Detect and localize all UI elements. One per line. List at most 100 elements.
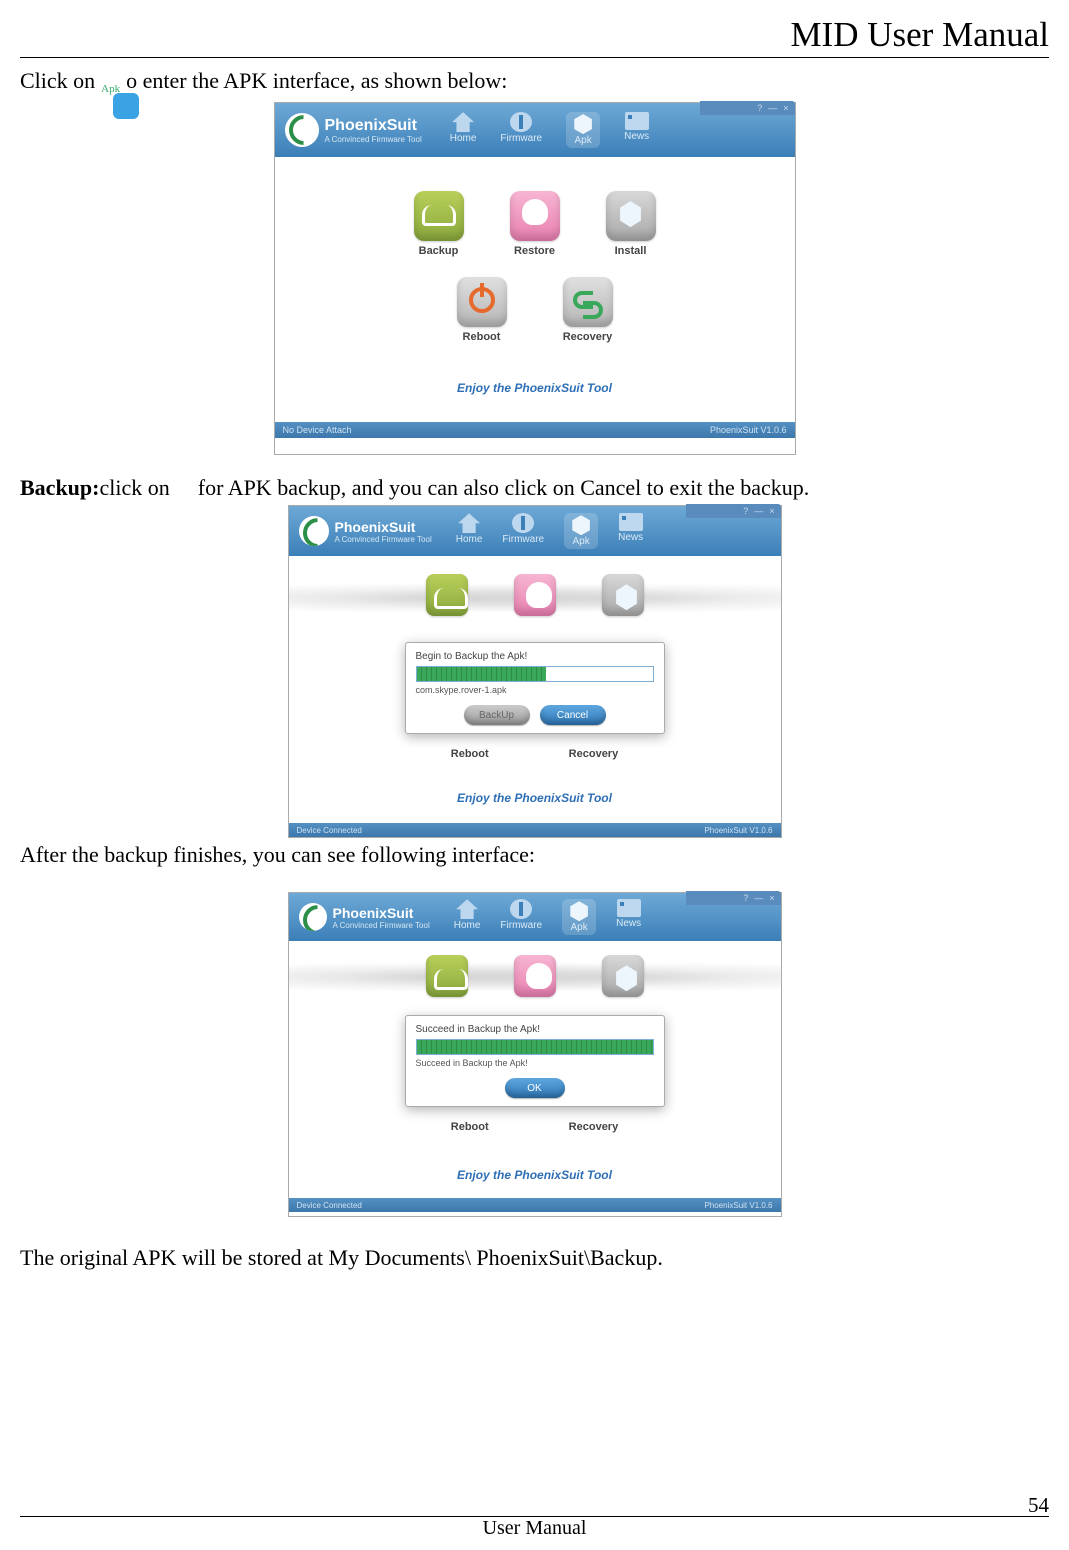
nav-firmware[interactable]: Firmware <box>500 112 542 148</box>
nav-home[interactable]: Home <box>454 899 481 935</box>
status-left: Device Connected <box>297 826 362 835</box>
app-logo: PhoenixSuitA Convinced Firmware Tool <box>299 516 432 546</box>
app-tagline: A Convinced Firmware Tool <box>333 921 430 930</box>
backup-icon <box>414 191 464 241</box>
close-icon[interactable]: × <box>769 506 774 516</box>
dialog-title: Succeed in Backup the Apk! <box>416 1024 654 1035</box>
install-button[interactable]: Install <box>606 191 656 257</box>
dialog-result-label: Succeed in Backup the Apk! <box>416 1058 654 1068</box>
nav-label: Apk <box>572 536 589 547</box>
nav-firmware[interactable]: Firmware <box>500 899 542 935</box>
instruction-line-2: Backup: click on for APK backup, and you… <box>20 471 1049 505</box>
reboot-label: Reboot <box>451 748 489 760</box>
reboot-icon <box>457 277 507 327</box>
nav-home[interactable]: Home <box>456 513 483 549</box>
tool-label: Reboot <box>463 331 501 343</box>
text: click on <box>99 471 169 505</box>
backup-button[interactable]: Backup <box>414 191 464 257</box>
restore-icon <box>514 955 556 997</box>
close-icon[interactable]: × <box>783 103 788 113</box>
help-icon[interactable]: ? <box>743 893 748 903</box>
home-icon <box>458 513 480 533</box>
nav-news[interactable]: News <box>616 899 641 935</box>
progress-bar <box>416 666 654 682</box>
backup-dialog: Begin to Backup the Apk! com.skype.rover… <box>405 642 665 734</box>
reboot-button[interactable]: Reboot <box>457 277 507 343</box>
screenshot-apk-interface: ? — × PhoenixSuit A Convinced Firmware T… <box>274 102 796 455</box>
minimize-icon[interactable]: — <box>754 506 763 516</box>
nav-label: News <box>624 131 649 142</box>
install-icon <box>606 191 656 241</box>
firmware-icon <box>510 899 532 919</box>
progress-bar <box>416 1039 654 1055</box>
minimize-icon[interactable]: — <box>754 893 763 903</box>
backup-done-dialog: Succeed in Backup the Apk! Succeed in Ba… <box>405 1015 665 1107</box>
text: for APK backup, and you can also click o… <box>198 471 810 505</box>
dialog-cancel-button[interactable]: Cancel <box>540 705 606 725</box>
install-icon <box>602 574 644 616</box>
nav-bar: Home Firmware Apk News <box>454 899 641 935</box>
nav-firmware[interactable]: Firmware <box>502 513 544 549</box>
dialog-ok-button[interactable]: OK <box>505 1078 565 1098</box>
storage-path-text: The original APK will be stored at My Do… <box>20 1241 1049 1275</box>
text-bold: Backup: <box>20 471 99 505</box>
header-rule <box>20 57 1049 58</box>
reboot-label: Reboot <box>451 1121 489 1133</box>
app-tagline: A Convinced Firmware Tool <box>325 135 422 144</box>
footer-label: User Manual <box>20 1517 1049 1540</box>
nav-news[interactable]: News <box>618 513 643 549</box>
apk-nav-icon <box>568 901 590 921</box>
enjoy-text: Enjoy the PhoenixSuit Tool <box>275 381 795 395</box>
screenshot-backup-done: ? — × PhoenixSuitA Convinced Firmware To… <box>288 892 782 1217</box>
recovery-button[interactable]: Recovery <box>563 277 613 343</box>
nav-apk[interactable]: Apk <box>562 899 596 935</box>
dialog-title: Begin to Backup the Apk! <box>416 651 654 662</box>
tool-label: Recovery <box>563 331 613 343</box>
app-name: PhoenixSuit <box>333 905 430 921</box>
instruction-line-1: Click on Apk o enter the APK interface, … <box>20 64 1049 98</box>
dialog-backup-button[interactable]: BackUp <box>464 705 530 725</box>
enjoy-text: Enjoy the PhoenixSuit Tool <box>289 1168 781 1182</box>
window-controls: ? — × <box>686 891 781 905</box>
restore-button[interactable]: Restore <box>510 191 560 257</box>
nav-apk[interactable]: Apk <box>564 513 598 549</box>
nav-label: Home <box>454 920 481 931</box>
nav-bar: Home Firmware Apk News <box>450 112 649 148</box>
tool-label: Install <box>615 245 647 257</box>
status-right: PhoenixSuit V1.0.6 <box>710 425 787 435</box>
news-icon <box>617 899 641 917</box>
help-icon[interactable]: ? <box>757 103 762 113</box>
minimize-icon[interactable]: — <box>768 103 777 113</box>
app-status-bar: Device Connected PhoenixSuit V1.0.6 <box>289 1198 781 1212</box>
recovery-icon <box>563 277 613 327</box>
close-icon[interactable]: × <box>769 893 774 903</box>
nav-label: Apk <box>574 135 591 146</box>
nav-news[interactable]: News <box>624 112 649 148</box>
screenshot-backup-progress: ? — × PhoenixSuitA Convinced Firmware To… <box>288 505 782 838</box>
status-left: No Device Attach <box>283 425 352 435</box>
nav-bar: Home Firmware Apk News <box>456 513 643 549</box>
restore-icon <box>514 574 556 616</box>
nav-home[interactable]: Home <box>450 112 477 148</box>
nav-apk[interactable]: Apk <box>566 112 600 148</box>
recovery-label: Recovery <box>569 748 619 760</box>
page-number: 54 <box>1028 1493 1049 1518</box>
phoenix-logo-icon <box>299 516 329 546</box>
tool-label: Restore <box>514 245 555 257</box>
home-icon <box>456 899 478 919</box>
backup-icon <box>426 955 468 997</box>
nav-label: Firmware <box>502 534 544 545</box>
apk-nav-icon <box>570 515 592 535</box>
help-icon[interactable]: ? <box>743 506 748 516</box>
nav-label: Apk <box>570 922 587 933</box>
phoenix-logo-icon <box>285 113 319 147</box>
phoenix-logo-icon <box>299 903 327 931</box>
app-logo: PhoenixSuit A Convinced Firmware Tool <box>285 113 422 147</box>
nav-label: Firmware <box>500 920 542 931</box>
progress-file-label: com.skype.rover-1.apk <box>416 685 654 695</box>
firmware-icon <box>510 112 532 132</box>
instruction-line-3: After the backup finishes, you can see f… <box>20 838 1049 872</box>
home-icon <box>452 112 474 132</box>
page-footer: 54 User Manual <box>20 1516 1049 1540</box>
app-tagline: A Convinced Firmware Tool <box>335 535 432 544</box>
